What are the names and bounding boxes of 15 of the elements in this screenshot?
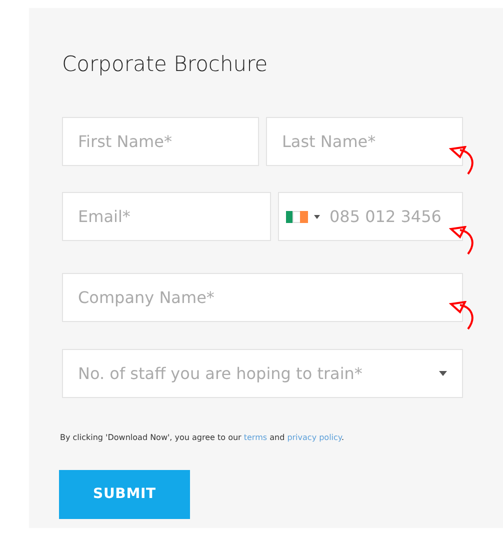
submit-button[interactable]: SUBMIT [59, 470, 190, 519]
select-field[interactable]: No. of staff you are hoping to train* [62, 349, 463, 398]
caret-icon [439, 371, 447, 376]
input-field[interactable]: Email* [62, 192, 270, 241]
flag-icon [286, 210, 308, 222]
phone-input-field[interactable]: 085 012 3456 [330, 204, 462, 228]
phone-field[interactable]: 085 012 3456 [278, 192, 463, 241]
caret-icon [314, 214, 320, 218]
input-field[interactable]: Company Name* [62, 273, 463, 322]
input-field[interactable]: Last Name* [266, 117, 463, 166]
consent-text: By clicking 'Download Now', you agree to our terms and privacy policy. [60, 432, 346, 444]
policy-link[interactable]: terms [244, 433, 268, 442]
input-field[interactable]: First Name* [62, 117, 259, 166]
policy-link[interactable]: privacy policy [287, 433, 342, 442]
form-title: Corporate Brochure [62, 51, 269, 78]
